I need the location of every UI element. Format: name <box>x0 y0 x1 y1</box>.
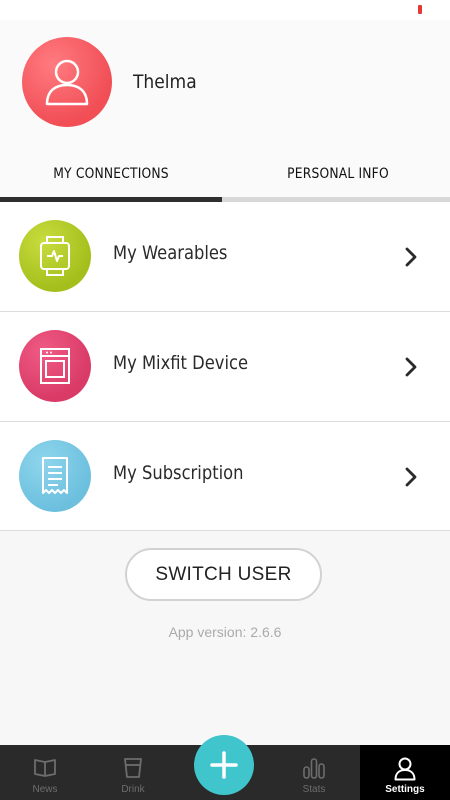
profile-header: Thelma <box>0 20 450 146</box>
nav-news[interactable]: News <box>0 745 90 800</box>
tab-bar: MY CONNECTIONS PERSONAL INFO <box>0 146 450 202</box>
drink-icon <box>124 758 142 778</box>
list-item-wearables[interactable]: My Wearables <box>0 202 450 312</box>
device-icon <box>40 348 70 384</box>
chevron-right-icon <box>405 247 417 267</box>
nav-drink[interactable]: Drink <box>88 745 178 800</box>
connections-list: My Wearables My Mixfit Device My Subscri… <box>0 202 450 531</box>
nav-label: News <box>32 784 58 795</box>
subscription-badge <box>19 440 91 512</box>
battery-indicator <box>418 5 422 14</box>
watch-icon <box>40 236 70 276</box>
list-item-label: My Subscription <box>113 462 244 484</box>
app-version: App version: 2.6.6 <box>168 624 282 640</box>
chevron-right-icon <box>405 467 417 487</box>
chevron-right-icon <box>405 357 417 377</box>
receipt-icon <box>42 457 68 494</box>
nav-label: Drink <box>121 784 145 795</box>
tab-personal-info[interactable]: PERSONAL INFO <box>239 146 436 202</box>
nav-label: Settings <box>385 784 425 795</box>
wearables-badge <box>19 220 91 292</box>
news-icon <box>34 759 56 777</box>
add-button[interactable] <box>194 735 254 795</box>
status-bar <box>0 0 450 20</box>
settings-user-icon <box>394 757 416 781</box>
stats-icon <box>303 758 325 779</box>
switch-user-button[interactable]: SWITCH USER <box>125 548 322 601</box>
list-item-label: My Wearables <box>113 242 228 264</box>
nav-stats[interactable]: Stats <box>269 745 359 800</box>
profile-name: Thelma <box>133 71 197 93</box>
tab-my-connections[interactable]: MY CONNECTIONS <box>13 146 208 202</box>
list-item-subscription[interactable]: My Subscription <box>0 422 450 531</box>
plus-icon <box>210 751 238 779</box>
list-item-label: My Mixfit Device <box>113 352 249 374</box>
mixfit-device-badge <box>19 330 91 402</box>
user-icon <box>45 59 89 106</box>
nav-settings[interactable]: Settings <box>360 745 450 800</box>
nav-label: Stats <box>302 784 326 795</box>
avatar[interactable] <box>22 37 112 127</box>
list-item-mixfit-device[interactable]: My Mixfit Device <box>0 312 450 422</box>
